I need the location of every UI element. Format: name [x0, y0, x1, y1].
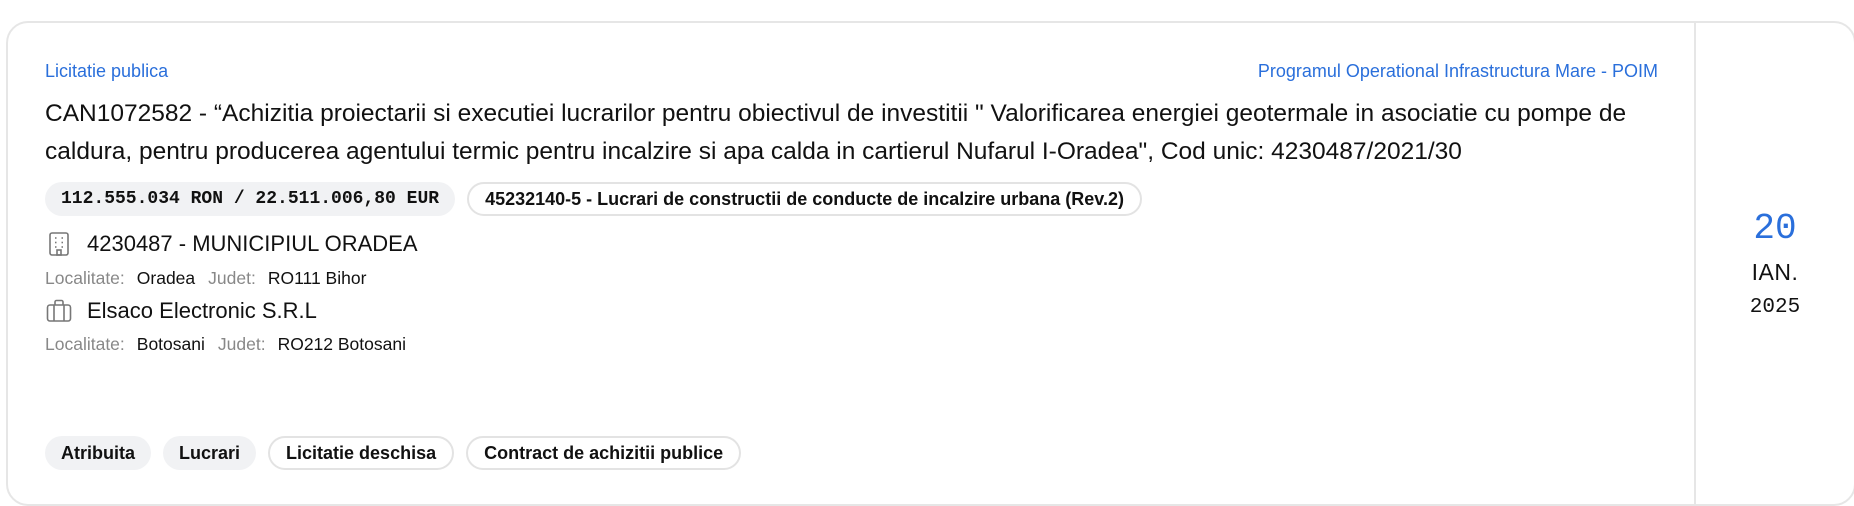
program-link[interactable]: Programul Operational Infrastructura Mar…	[1258, 61, 1658, 82]
tender-title[interactable]: CAN1072582 - “Achizitia proiectarii si e…	[45, 95, 1658, 171]
cpv-chip[interactable]: 45232140-5 - Lucrari de constructii de c…	[467, 182, 1142, 216]
date-day: 20	[1753, 207, 1797, 249]
date-panel: 20 IAN. 2025	[1696, 23, 1854, 504]
tag-chips: Atribuita Lucrari Licitatie deschisa Con…	[45, 436, 742, 470]
judet-value: RO212 Botosani	[277, 334, 406, 354]
supplier-row[interactable]: Elsaco Electronic S.R.L	[45, 297, 317, 325]
tag-chip-lucrari[interactable]: Lucrari	[163, 436, 257, 470]
tag-chip-atribuita[interactable]: Atribuita	[45, 436, 151, 470]
tag-chip-licitatie-deschisa[interactable]: Licitatie deschisa	[268, 436, 455, 470]
localitate-value: Botosani	[136, 334, 205, 354]
judet-value: RO111 Bihor	[267, 268, 367, 288]
tag-chip-contract[interactable]: Contract de achizitii publice	[466, 436, 742, 470]
building-icon	[45, 230, 73, 258]
date-month: IAN.	[1751, 258, 1799, 285]
tender-main: Licitatie publica Programul Operational …	[8, 23, 1696, 504]
briefcase-icon	[45, 297, 73, 325]
procedure-type-link[interactable]: Licitatie publica	[45, 61, 168, 82]
localitate-value: Oradea	[136, 268, 196, 288]
authority-row[interactable]: 4230487 - MUNICIPIUL ORADEA	[45, 230, 418, 258]
tender-header: Licitatie publica Programul Operational …	[45, 61, 1658, 82]
tender-card[interactable]: Licitatie publica Programul Operational …	[6, 21, 1854, 506]
judet-label: Judet:	[208, 268, 256, 288]
value-chip: 112.555.034 RON / 22.511.006,80 EUR	[45, 182, 456, 216]
supplier-name: Elsaco Electronic S.R.L	[87, 298, 317, 323]
localitate-label: Localitate:	[45, 334, 125, 354]
localitate-label: Localitate:	[45, 268, 125, 288]
authority-location: Localitate: Oradea Judet: RO111 Bihor	[45, 268, 367, 289]
supplier-location: Localitate: Botosani Judet: RO212 Botosa…	[45, 334, 407, 355]
judet-label: Judet:	[217, 334, 266, 354]
value-chips: 112.555.034 RON / 22.511.006,80 EUR 4523…	[45, 182, 1142, 216]
authority-name: 4230487 - MUNICIPIUL ORADEA	[87, 231, 418, 256]
date-year: 2025	[1749, 295, 1801, 319]
